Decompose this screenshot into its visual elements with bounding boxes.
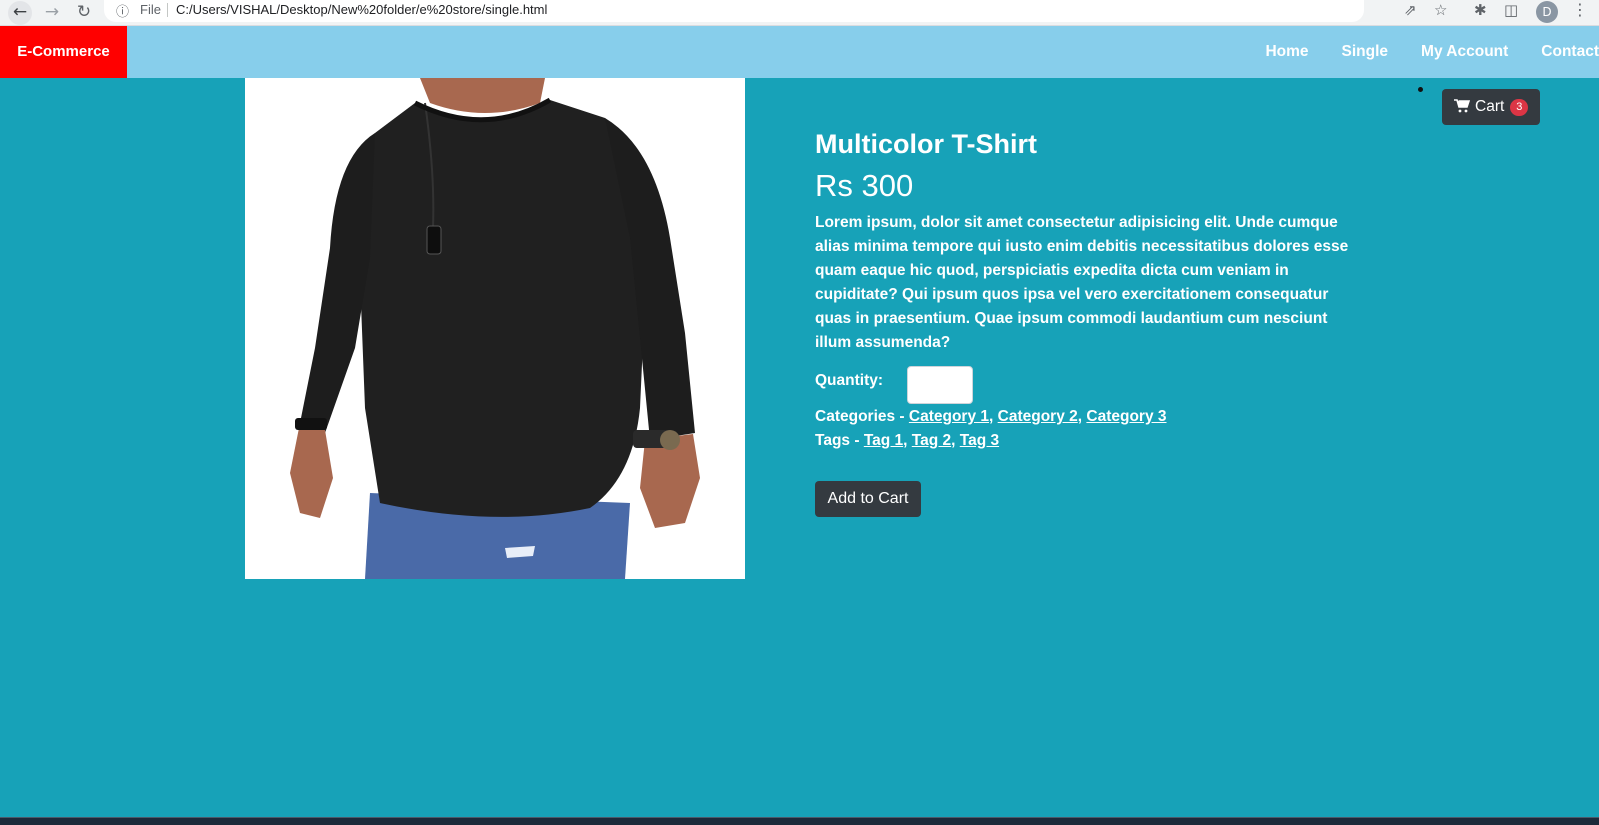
browser-menu-icon[interactable]: ⋮: [1572, 0, 1588, 19]
product-description: Lorem ipsum, dolor sit amet consectetur …: [815, 214, 1349, 351]
quantity-label: Quantity:: [815, 372, 884, 389]
os-taskbar: [0, 817, 1599, 825]
site-navbar: E-Commerce Home Single My Account Contac…: [0, 26, 1599, 78]
product-details: Multicolor T-Shirt Rs 300 Lorem ipsum, d…: [815, 126, 1365, 517]
reload-icon[interactable]: ↻: [72, 1, 96, 25]
nav-link-single[interactable]: Single: [1342, 43, 1389, 61]
category-link-3[interactable]: Category 3: [1086, 408, 1166, 425]
quantity-input[interactable]: [907, 366, 974, 404]
nav-link-home[interactable]: Home: [1265, 43, 1308, 61]
category-link-1[interactable]: Category 1: [909, 408, 989, 425]
address-divider: [167, 3, 168, 17]
add-to-cart-button[interactable]: Add to Cart: [815, 481, 921, 517]
tags-label: Tags -: [815, 432, 864, 449]
forward-arrow-icon[interactable]: →: [40, 1, 64, 25]
categories-label: Categories -: [815, 408, 909, 425]
nav-link-my-account[interactable]: My Account: [1421, 43, 1508, 61]
quantity-row: Quantity:: [815, 366, 1365, 404]
tag-link-2[interactable]: Tag 2: [912, 432, 951, 449]
categories-line: Categories - Category 1, Category 2, Cat…: [815, 408, 1167, 425]
address-bar[interactable]: ⓘ File C:/Users/VISHAL/Desktop/New%20fol…: [104, 0, 1364, 22]
tags-line: Tags - Tag 1, Tag 2, Tag 3: [815, 432, 1000, 449]
extensions-puzzle-icon[interactable]: ✱: [1474, 1, 1487, 19]
tag-link-1[interactable]: Tag 1: [864, 432, 903, 449]
file-label: File: [140, 2, 161, 17]
cart-label: Cart: [1475, 98, 1505, 115]
tag-link-3[interactable]: Tag 3: [960, 432, 999, 449]
product-price: Rs 300: [815, 168, 914, 203]
back-arrow-icon[interactable]: ←: [8, 1, 32, 25]
nav-link-contact[interactable]: Contact: [1541, 43, 1599, 61]
product-title: Multicolor T-Shirt: [815, 129, 1037, 159]
shopping-cart-icon: [1454, 98, 1471, 116]
browser-toolbar: ← → ↻ ⓘ File C:/Users/VISHAL/Desktop/New…: [0, 0, 1599, 26]
tshirt-photo-icon: [245, 78, 745, 579]
cart-count-badge: 3: [1510, 98, 1529, 116]
nav-links: Home Single My Account Contact: [1232, 26, 1599, 78]
cart-button[interactable]: Cart 3: [1442, 89, 1540, 125]
url-text[interactable]: C:/Users/VISHAL/Desktop/New%20folder/e%2…: [176, 2, 547, 17]
profile-avatar[interactable]: D: [1536, 1, 1558, 23]
info-icon[interactable]: ⓘ: [116, 1, 129, 20]
side-panel-icon[interactable]: ◫: [1504, 1, 1518, 19]
product-image: [245, 78, 745, 579]
bookmark-star-icon[interactable]: ☆: [1434, 1, 1447, 19]
share-icon[interactable]: ⇗: [1404, 1, 1417, 19]
category-link-2[interactable]: Category 2: [998, 408, 1078, 425]
brand-logo[interactable]: E-Commerce: [0, 26, 127, 78]
list-bullet: [1418, 87, 1423, 92]
